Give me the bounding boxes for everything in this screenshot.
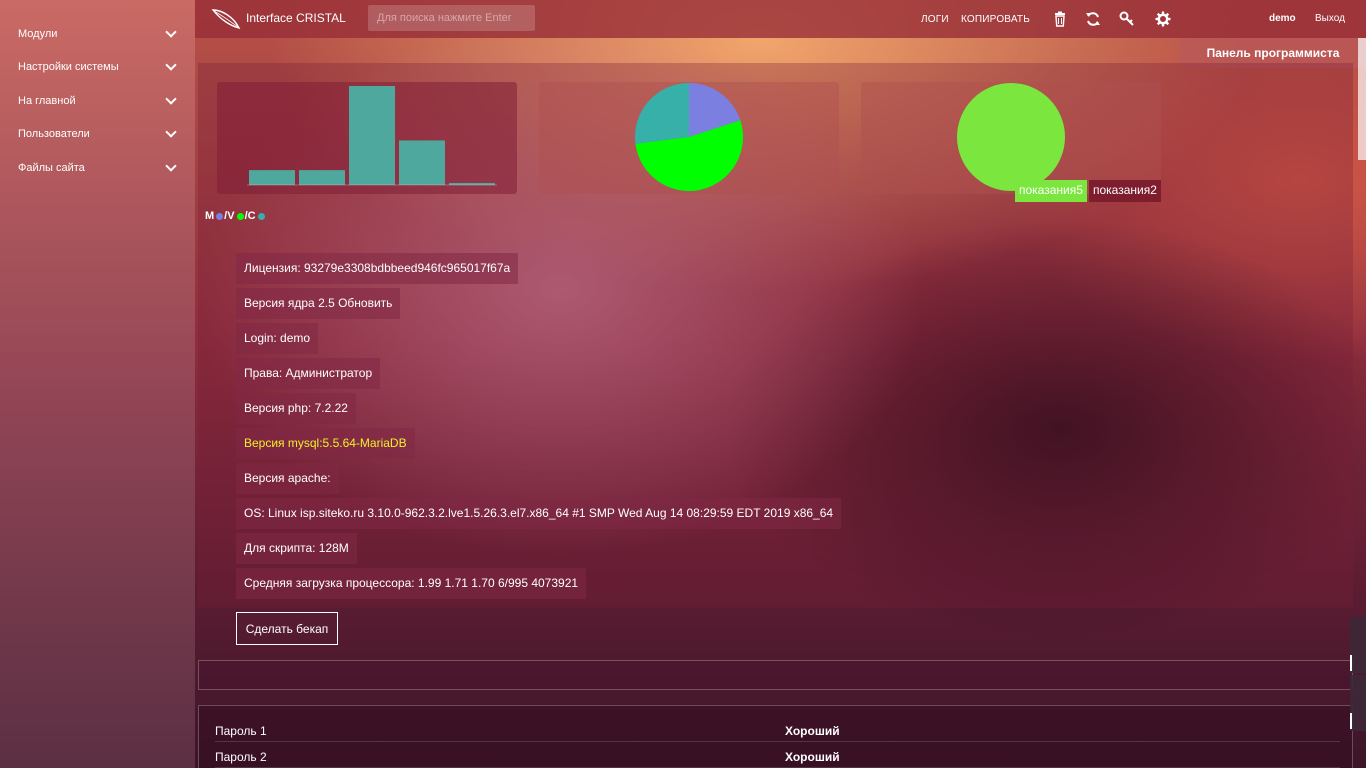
pie-chart <box>635 83 743 191</box>
chevron-down-icon <box>165 59 177 71</box>
copy-link[interactable]: КОПИРОВАТЬ <box>961 14 1030 25</box>
sidebar-item-label: Файлы сайта <box>18 161 85 174</box>
sidebar-item-label: Настройки системы <box>18 61 119 74</box>
rights-info: Права: Администратор <box>236 358 381 389</box>
pie-chart-panel <box>539 82 839 194</box>
core-version-info[interactable]: Версия ядра 2.5 Обновить <box>236 288 401 319</box>
bar-chart-panel <box>217 82 517 194</box>
bar <box>299 170 345 185</box>
empty-strip <box>198 660 1353 690</box>
key-icon[interactable] <box>1119 11 1135 27</box>
bar <box>349 86 395 185</box>
script-memory-info: Для скрипта: 128M <box>236 533 357 564</box>
cpu-load-info: Средняя загрузка процессора: 1.99 1.71 1… <box>236 568 587 599</box>
password-status: Хороший <box>785 750 840 764</box>
sidebar-item-label: На главной <box>18 94 76 107</box>
password-name: Пароль 2 <box>215 750 267 764</box>
search-input[interactable] <box>368 5 535 31</box>
legend-dot-c <box>257 212 265 220</box>
mysql-version-info: Версия mysql:5.5.64-MariaDB <box>236 428 415 459</box>
bar-chart <box>247 86 497 186</box>
refresh-icon[interactable] <box>1085 11 1101 27</box>
sidebar-item-label: Пользователи <box>18 128 90 141</box>
legend-dot-v <box>236 212 244 220</box>
pie-legend: M /V /C <box>205 210 266 222</box>
chevron-down-icon <box>165 93 177 105</box>
apache-version-info: Версия apache: <box>236 463 339 494</box>
password-name: Пароль 1 <box>215 724 267 738</box>
legend-label-c: /C <box>244 210 256 222</box>
pie-slice <box>957 83 1065 191</box>
logout-link[interactable]: Выход <box>1315 13 1345 24</box>
app-title: Interface CRISTAL <box>246 11 346 25</box>
user-name[interactable]: demo <box>1269 13 1296 24</box>
sidebar-item-site-files[interactable]: Файлы сайта <box>0 151 195 185</box>
php-version-info: Версия php: 7.2.22 <box>236 393 356 424</box>
sidebar-menu: Модули Настройки системы На главной Поль… <box>0 0 195 185</box>
bar <box>399 140 445 185</box>
chevron-down-icon <box>165 126 177 138</box>
legend-tag-readings5: показания5 <box>1015 180 1087 202</box>
table-row: Пароль 2 Хороший <box>215 742 1340 768</box>
chevron-down-icon <box>165 26 177 38</box>
bar <box>249 170 295 185</box>
side-widget-tab[interactable] <box>1350 617 1366 673</box>
circle-chart-panel <box>861 82 1161 194</box>
login-info: Login: demo <box>236 323 319 354</box>
password-table: Пароль 1 Хороший Пароль 2 Хороший <box>198 705 1353 768</box>
readings-pie-chart <box>957 83 1065 191</box>
license-info: Лицензия: 93279e3308bdbbeed946fc965017f6… <box>236 253 519 284</box>
feather-logo-icon[interactable] <box>211 6 241 32</box>
scrollbar[interactable] <box>1358 38 1366 160</box>
top-bar: Interface CRISTAL ЛОГИ КОПИРОВАТЬ demo В… <box>195 0 1366 38</box>
side-widget-tab[interactable] <box>1350 675 1366 731</box>
pie-slice <box>635 83 689 144</box>
backup-button[interactable]: Сделать бекап <box>236 612 338 645</box>
legend-tag-readings2: показания2 <box>1089 180 1161 202</box>
gear-icon[interactable] <box>1155 11 1171 27</box>
legend-label-m: M <box>205 210 215 222</box>
sidebar: Модули Настройки системы На главной Поль… <box>0 0 195 768</box>
sidebar-item-home[interactable]: На главной <box>0 84 195 118</box>
legend-label-v: /V <box>224 210 235 222</box>
sidebar-item-modules[interactable]: Модули <box>0 17 195 51</box>
sidebar-item-system-settings[interactable]: Настройки системы <box>0 51 195 85</box>
chevron-down-icon <box>165 160 177 172</box>
legend-dot-m <box>216 212 224 220</box>
trash-icon[interactable] <box>1052 11 1068 27</box>
password-status: Хороший <box>785 724 840 738</box>
sidebar-item-label: Модули <box>18 27 58 40</box>
os-info: OS: Linux isp.siteko.ru 3.10.0-962.3.2.l… <box>236 498 842 529</box>
table-row: Пароль 1 Хороший <box>215 716 1340 742</box>
logs-link[interactable]: ЛОГИ <box>921 14 949 25</box>
sidebar-item-users[interactable]: Пользователи <box>0 118 195 152</box>
